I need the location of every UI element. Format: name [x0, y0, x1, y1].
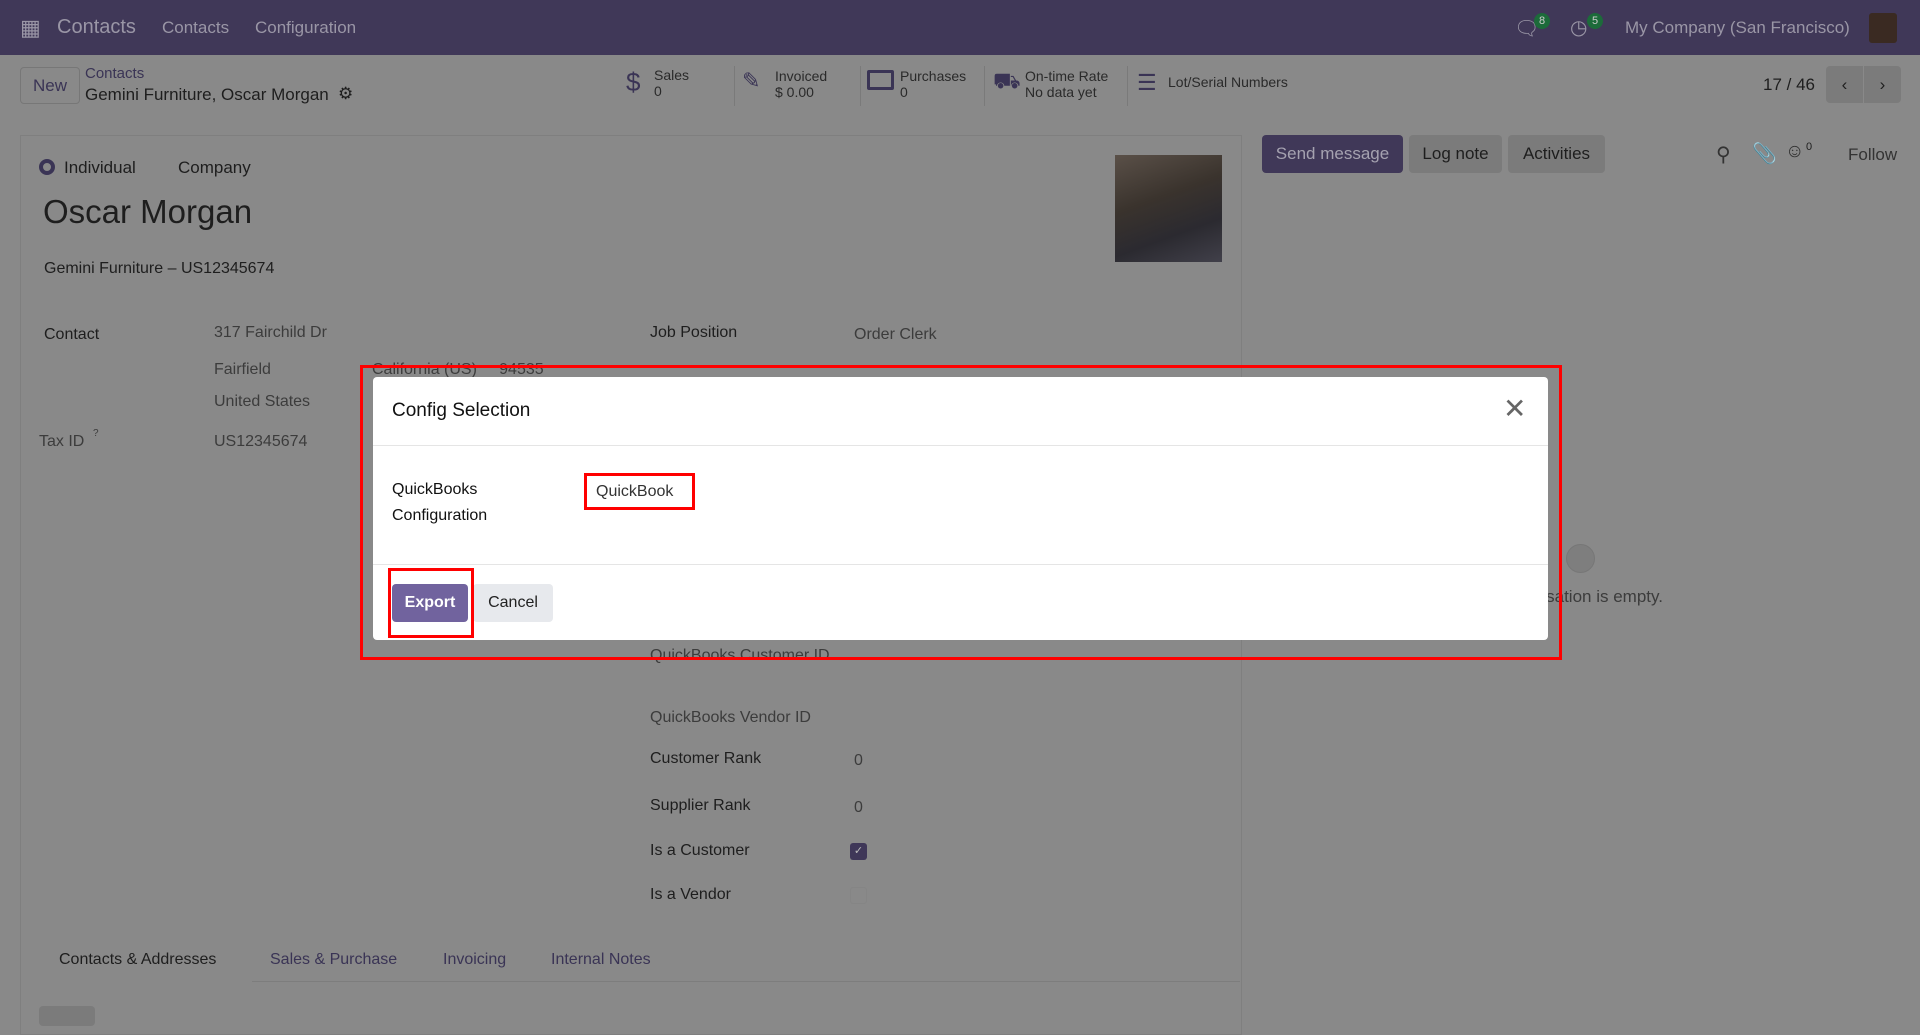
edit-icon: ✎: [742, 68, 761, 93]
tab-invoicing[interactable]: Invoicing: [443, 951, 506, 969]
tab-sales-purchase[interactable]: Sales & Purchase: [270, 951, 397, 969]
activities-button[interactable]: Activities: [1508, 135, 1605, 173]
pager-value[interactable]: 17 / 46: [1763, 75, 1815, 95]
apps-menu-icon[interactable]: ▦: [20, 15, 41, 41]
paperclip-icon[interactable]: 📎: [1752, 141, 1777, 166]
taxid-help-icon[interactable]: ?: [93, 428, 99, 439]
country-field[interactable]: United States: [214, 393, 310, 411]
stat-label: Purchases: [900, 68, 967, 84]
partner-photo[interactable]: [1115, 155, 1222, 262]
pager-next-button[interactable]: ›: [1864, 66, 1901, 103]
stat-lots[interactable]: ☰ Lot/Serial Numbers: [1137, 70, 1288, 95]
qb-vendor-id-label: QuickBooks Vendor ID: [650, 709, 811, 726]
radio-individual[interactable]: [39, 159, 55, 175]
stat-divider: [860, 66, 861, 106]
add-line-button[interactable]: [39, 1006, 95, 1026]
is-customer-label: Is a Customer: [650, 842, 750, 859]
street-field[interactable]: 317 Fairchild Dr: [214, 324, 327, 342]
company-line[interactable]: Gemini Furniture – US12345674: [44, 260, 274, 278]
send-message-button[interactable]: Send message: [1262, 135, 1403, 173]
dollar-icon: $: [626, 67, 641, 97]
breadcrumb-parent[interactable]: Contacts: [85, 65, 144, 82]
customer-rank-field[interactable]: 0: [854, 752, 863, 770]
dialog-highlight-box: [360, 365, 1562, 660]
pager-prev-button[interactable]: ‹: [1826, 66, 1863, 103]
city-field[interactable]: Fairfield: [214, 361, 271, 379]
stat-divider: [1127, 66, 1128, 106]
stat-label: Invoiced: [775, 68, 828, 84]
user-avatar[interactable]: [1869, 13, 1897, 43]
stat-purchases[interactable]: Purchases 0: [867, 68, 966, 100]
stat-divider: [734, 66, 735, 106]
followers-icon[interactable]: ☺: [1785, 141, 1804, 163]
taxid-label: Tax ID: [39, 433, 85, 450]
stat-value: $ 0.00: [775, 84, 814, 100]
top-navbar: ▦ Contacts Contacts Configuration 🗨 8 ◷ …: [0, 0, 1920, 55]
log-note-button[interactable]: Log note: [1409, 135, 1502, 173]
tab-contacts-addresses[interactable]: Contacts & Addresses: [59, 951, 216, 969]
supplier-rank-label: Supplier Rank: [650, 797, 751, 814]
truck-icon: ⛟: [993, 68, 1021, 93]
breadcrumb-current: Gemini Furniture, Oscar Morgan: [85, 85, 329, 104]
new-button[interactable]: New: [20, 67, 80, 104]
stat-divider: [984, 66, 985, 106]
customer-rank-label: Customer Rank: [650, 750, 762, 767]
stat-label: On-time Rate: [1025, 68, 1109, 84]
partner-name[interactable]: Oscar Morgan: [43, 193, 252, 231]
activities-icon[interactable]: ◷: [1570, 15, 1587, 40]
tab-internal-notes[interactable]: Internal Notes: [551, 951, 651, 969]
follow-button[interactable]: Follow: [1848, 145, 1897, 165]
followers-count: 0: [1806, 141, 1813, 153]
radio-individual-label[interactable]: Individual: [64, 158, 136, 178]
activities-badge: 5: [1587, 13, 1604, 29]
stat-value: No data yet: [1025, 84, 1097, 100]
job-label: Job Position: [650, 324, 738, 341]
job-field[interactable]: Order Clerk: [854, 326, 937, 344]
stat-sales[interactable]: $ Sales 0: [626, 67, 689, 99]
stat-label: Lot/Serial Numbers: [1168, 74, 1288, 90]
stat-ontime[interactable]: ⛟ On-time Rate No data yet: [993, 68, 1108, 100]
app-title[interactable]: Contacts: [57, 16, 136, 39]
is-vendor-label: Is a Vendor: [650, 886, 731, 903]
stat-invoiced[interactable]: ✎ Invoiced $ 0.00: [742, 68, 827, 100]
menu-configuration[interactable]: Configuration: [255, 18, 356, 38]
is-customer-checkbox[interactable]: ✓: [850, 843, 867, 860]
tabs-divider: [252, 981, 1240, 982]
list-icon: ☰: [1137, 70, 1157, 95]
gear-icon[interactable]: ⚙: [338, 84, 353, 104]
contact-label: Contact: [44, 326, 100, 343]
stat-value: 0: [654, 83, 662, 99]
is-vendor-checkbox[interactable]: [850, 887, 867, 904]
empty-conversation-icon: [1566, 544, 1595, 573]
messages-badge: 8: [1534, 13, 1551, 29]
company-switcher[interactable]: My Company (San Francisco): [1625, 18, 1850, 38]
stat-value: 0: [900, 84, 908, 100]
menu-contacts[interactable]: Contacts: [162, 18, 229, 38]
supplier-rank-field[interactable]: 0: [854, 799, 863, 817]
radio-company-label[interactable]: Company: [178, 158, 251, 178]
search-icon[interactable]: ⚲: [1716, 142, 1731, 167]
taxid-field[interactable]: US12345674: [214, 433, 307, 451]
credit-card-icon: [867, 70, 894, 90]
stat-label: Sales: [654, 67, 690, 83]
